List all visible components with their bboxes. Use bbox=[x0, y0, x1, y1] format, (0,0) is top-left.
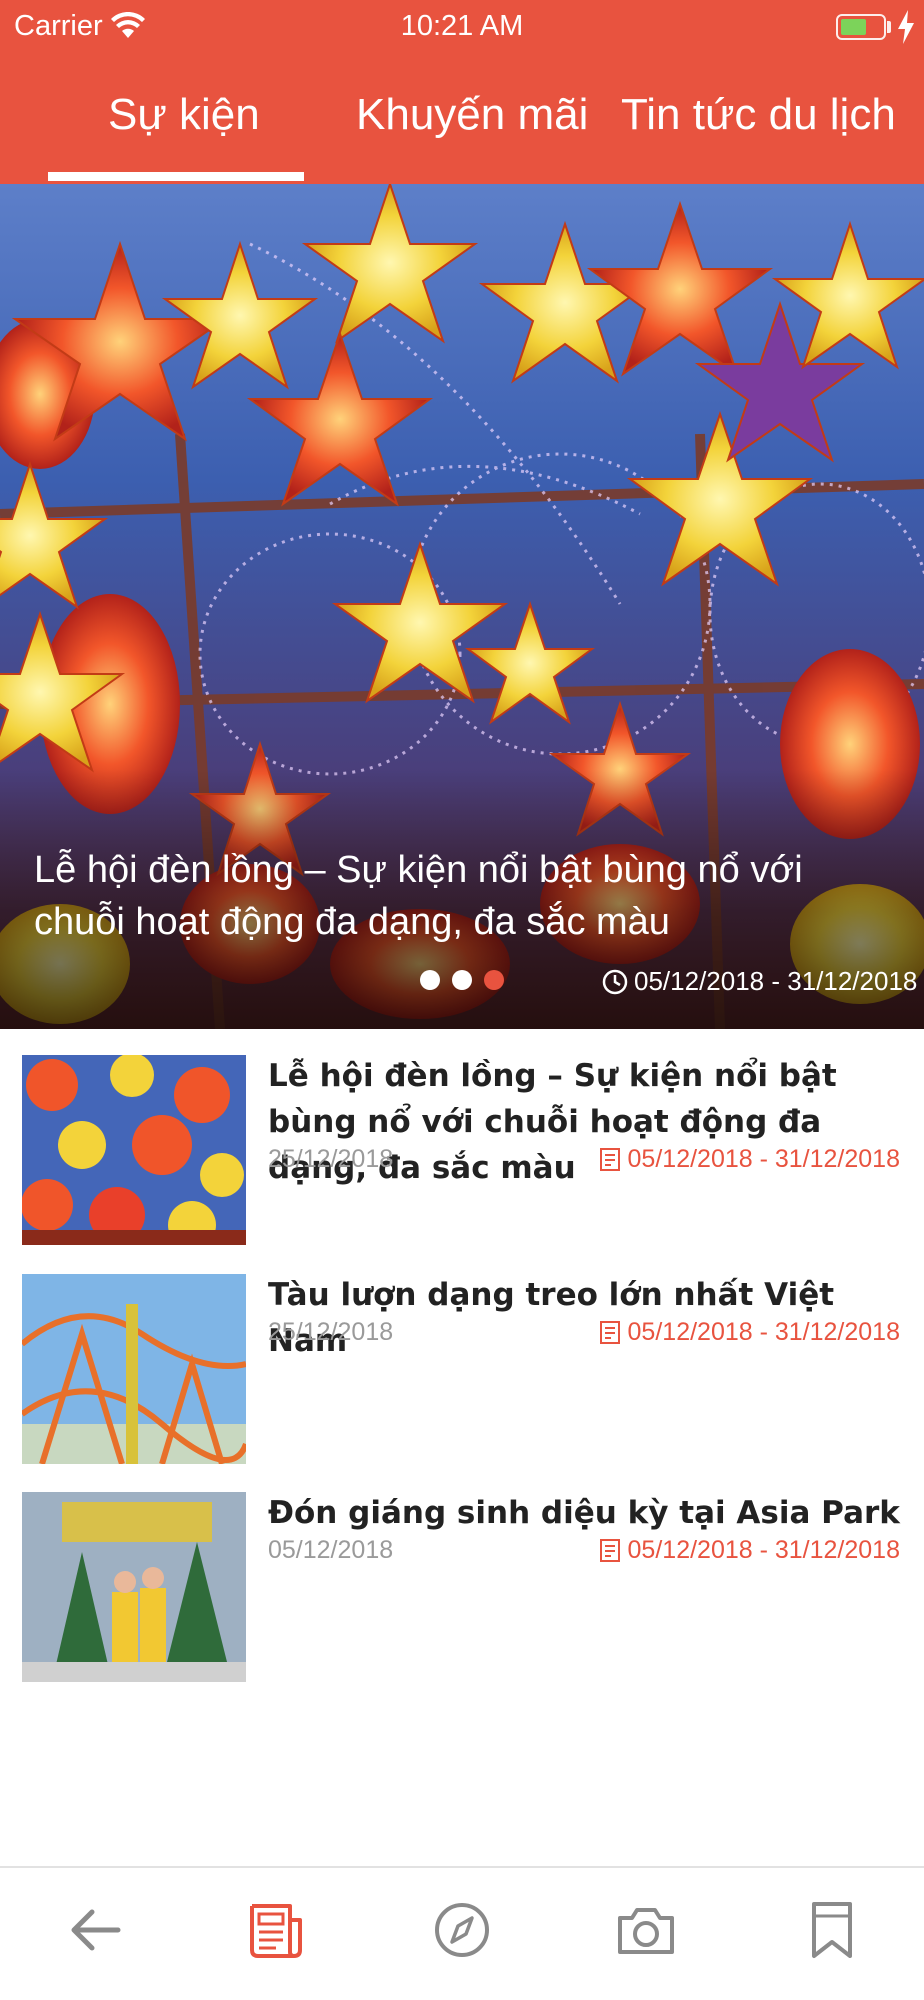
news-icon[interactable] bbox=[244, 1898, 308, 1962]
charging-icon bbox=[898, 10, 914, 44]
app-header: Carrier 10:21 AM Sự kiện Khuyến mãi Tin … bbox=[0, 0, 924, 184]
calendar-icon bbox=[599, 1321, 620, 1344]
status-bar: Carrier 10:21 AM bbox=[0, 0, 924, 56]
tab-travel-news[interactable]: Tin tức du lịch bbox=[621, 90, 896, 140]
tab-promotions[interactable]: Khuyến mãi bbox=[356, 90, 588, 140]
hero-date-range: 05/12/2018 - 31/12/2018 bbox=[602, 966, 917, 997]
calendar-icon bbox=[599, 1148, 620, 1171]
item-date-range-text: 05/12/2018 - 31/12/2018 bbox=[627, 1145, 900, 1173]
hero-date-text: 05/12/2018 - 31/12/2018 bbox=[634, 966, 918, 996]
bookmark-icon[interactable] bbox=[800, 1898, 864, 1962]
tab-events[interactable]: Sự kiện bbox=[108, 90, 260, 140]
hero-title[interactable]: Lễ hội đèn lồng – Sự kiện nổi bật bùng n… bbox=[34, 844, 884, 948]
carousel-dot[interactable] bbox=[452, 970, 472, 990]
status-time: 10:21 AM bbox=[400, 10, 524, 42]
calendar-icon bbox=[599, 1539, 620, 1562]
clock-icon bbox=[602, 969, 628, 995]
item-published-date: 25/12/2018 bbox=[268, 1318, 394, 1346]
featured-carousel[interactable]: Lễ hội đèn lồng – Sự kiện nổi bật bùng n… bbox=[0, 184, 924, 1029]
item-date-range-text: 05/12/2018 - 31/12/2018 bbox=[627, 1536, 900, 1564]
category-tabs: Sự kiện Khuyến mãi Tin tức du lịch bbox=[0, 70, 924, 184]
item-date-range-text: 05/12/2018 - 31/12/2018 bbox=[627, 1318, 900, 1346]
list-item[interactable]: Tàu lượn dạng treo lớn nhất Việt Nam 25/… bbox=[0, 1274, 924, 1474]
camera-icon[interactable] bbox=[614, 1898, 678, 1962]
item-thumbnail bbox=[22, 1055, 246, 1245]
compass-icon[interactable] bbox=[430, 1898, 494, 1962]
active-tab-indicator bbox=[48, 172, 304, 181]
battery-icon bbox=[836, 14, 886, 40]
item-thumbnail bbox=[22, 1492, 246, 1682]
item-date-range: 05/12/2018 - 31/12/2018 bbox=[598, 1145, 900, 1174]
item-title[interactable]: Đón giáng sinh diệu kỳ tại Asia Park bbox=[268, 1490, 908, 1536]
carousel-dot-active[interactable] bbox=[484, 970, 504, 990]
carousel-dot[interactable] bbox=[420, 970, 440, 990]
back-arrow-icon[interactable] bbox=[62, 1898, 126, 1962]
bottom-navigation bbox=[0, 1866, 924, 2000]
item-thumbnail bbox=[22, 1274, 246, 1464]
list-item[interactable]: Lễ hội đèn lồng – Sự kiện nổi bật bùng n… bbox=[0, 1055, 924, 1255]
battery-cap bbox=[887, 21, 891, 33]
item-date-range: 05/12/2018 - 31/12/2018 bbox=[598, 1318, 900, 1347]
item-published-date: 25/12/2018 bbox=[268, 1145, 394, 1173]
list-item[interactable]: Đón giáng sinh diệu kỳ tại Asia Park 05/… bbox=[0, 1492, 924, 1692]
item-published-date: 05/12/2018 bbox=[268, 1536, 394, 1564]
item-date-range: 05/12/2018 - 31/12/2018 bbox=[598, 1536, 900, 1565]
